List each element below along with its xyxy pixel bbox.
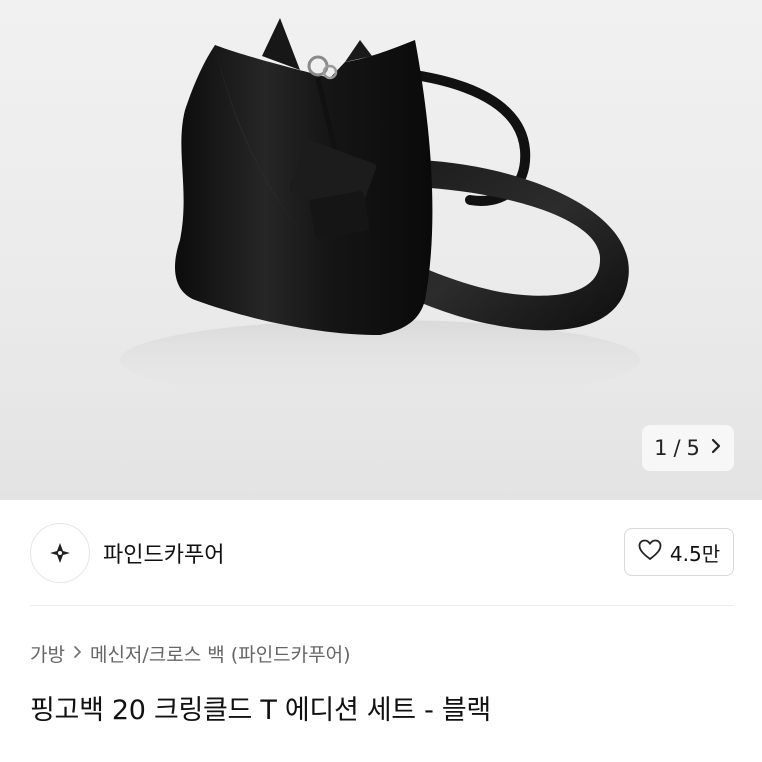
counter-total: 5 — [686, 436, 700, 460]
breadcrumb-level1[interactable]: 가방 — [30, 640, 65, 667]
image-page-counter[interactable]: 1 / 5 — [642, 425, 734, 471]
product-image-gallery[interactable]: 1 / 5 — [0, 0, 762, 500]
like-button[interactable]: 4.5만 — [624, 528, 734, 576]
like-count: 4.5만 — [669, 541, 721, 566]
section-divider — [30, 605, 734, 606]
chevron-right-icon[interactable] — [710, 436, 722, 460]
chevron-right-icon — [73, 643, 82, 664]
heart-outline-icon — [638, 539, 662, 566]
counter-current: 1 — [654, 436, 668, 460]
breadcrumb: 가방 메신저/크로스 백 (파인드카푸어) — [30, 640, 351, 667]
breadcrumb-level2[interactable]: 메신저/크로스 백 (파인드카푸어) — [90, 640, 351, 667]
product-title: 핑고백 20 크링클드 T 에디션 세트 - 블랙 — [30, 695, 491, 726]
counter-divider: / — [673, 436, 681, 460]
store-row: 파인드카푸어 4.5만 — [30, 519, 734, 585]
store-name-link[interactable]: 파인드카푸어 — [103, 537, 224, 569]
store-logo-icon[interactable] — [30, 523, 90, 583]
